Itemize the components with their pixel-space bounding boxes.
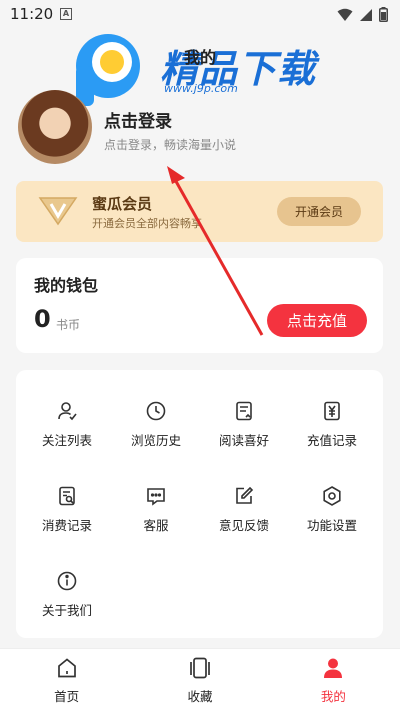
watermark-url: www.j9p.com — [164, 82, 238, 95]
menu-item-recharge-record[interactable]: 充值记录 — [288, 392, 376, 452]
recharge-button[interactable]: 点击充值 — [267, 304, 367, 337]
watermark-logo-icon — [76, 34, 140, 106]
notification-a-icon: A — [60, 8, 72, 20]
profile-icon — [324, 658, 343, 678]
menu-item-customer-service[interactable]: 客服 — [112, 477, 200, 537]
bottom-tab-bar: 首页 收藏 我的 — [0, 648, 400, 712]
menu-grid: 关注列表 浏览历史 阅读喜好 充值记录 消费记录 客服 意见反馈 功能设置 关于… — [16, 370, 383, 638]
home-icon — [57, 658, 76, 678]
info-icon — [57, 571, 77, 591]
menu-item-follow-list[interactable]: 关注列表 — [23, 392, 111, 452]
tab-home[interactable]: 首页 — [0, 649, 133, 712]
watermark: 精品下载 www.j9p.com — [68, 30, 328, 110]
recharge-record-icon — [324, 401, 340, 421]
status-time: 11:20 — [10, 5, 54, 23]
vip-subtitle: 开通会员全部内容畅享 — [92, 217, 202, 230]
login-subtitle[interactable]: 点击登录，畅读海量小说 — [104, 136, 236, 153]
feedback-edit-icon — [236, 486, 254, 504]
page-title: 我的 — [183, 48, 216, 67]
menu-item-history[interactable]: 浏览历史 — [112, 392, 200, 452]
vip-title: 蜜瓜会员 — [92, 195, 153, 213]
vip-badge-icon — [38, 197, 78, 226]
battery-icon — [379, 7, 388, 22]
status-icons — [337, 7, 388, 22]
tab-favorites[interactable]: 收藏 — [133, 649, 266, 712]
follow-user-icon — [58, 402, 77, 421]
status-bar: 11:20 A — [0, 0, 400, 30]
customer-service-icon — [147, 488, 165, 506]
wallet-title: 我的钱包 — [34, 276, 99, 295]
signal-icon — [360, 8, 372, 21]
tab-mine[interactable]: 我的 — [267, 649, 400, 712]
consumption-record-icon — [59, 486, 75, 506]
wifi-icon — [337, 8, 353, 21]
bookshelf-icon — [190, 657, 210, 679]
reading-preference-icon — [236, 401, 252, 421]
wallet-balance: 0 — [34, 305, 51, 333]
menu-item-reading-preference[interactable]: 阅读喜好 — [200, 392, 288, 452]
menu-item-settings[interactable]: 功能设置 — [288, 477, 376, 537]
vip-card[interactable]: 蜜瓜会员 开通会员全部内容畅享 开通会员 — [16, 181, 383, 242]
open-vip-button[interactable]: 开通会员 — [277, 197, 361, 226]
settings-gear-icon — [323, 486, 341, 506]
login-title[interactable]: 点击登录 — [104, 107, 172, 132]
menu-item-consumption-record[interactable]: 消费记录 — [23, 477, 111, 537]
wallet-card: 我的钱包 0 书币 点击充值 — [16, 258, 383, 353]
menu-item-feedback[interactable]: 意见反馈 — [200, 477, 288, 537]
menu-item-about-us[interactable]: 关于我们 — [23, 562, 111, 622]
history-clock-icon — [146, 401, 166, 421]
wallet-unit: 书币 — [56, 318, 81, 332]
avatar[interactable] — [18, 90, 92, 164]
